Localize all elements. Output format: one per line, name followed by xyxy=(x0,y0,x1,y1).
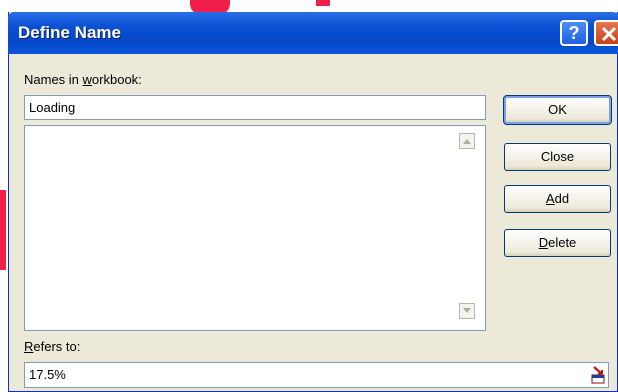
background-decoration xyxy=(316,0,330,6)
ok-button[interactable]: OK xyxy=(503,95,612,125)
refers-to-input[interactable]: 17.5% xyxy=(24,362,609,388)
title-bar[interactable]: Define Name ? xyxy=(8,12,618,54)
scroll-up-button[interactable] xyxy=(459,133,475,149)
names-in-workbook-label: Names in workbook: xyxy=(24,72,142,87)
define-name-dialog: Define Name ? Names in workbook: Loading… xyxy=(8,12,618,392)
help-icon: ? xyxy=(568,23,580,43)
close-button[interactable]: Close xyxy=(504,143,611,171)
scroll-down-button[interactable] xyxy=(459,303,475,319)
names-list[interactable] xyxy=(24,125,486,331)
dialog-title: Define Name xyxy=(18,23,121,42)
scroll-up-icon xyxy=(463,139,471,144)
help-button[interactable]: ? xyxy=(560,20,588,46)
collapse-dialog-icon[interactable] xyxy=(591,366,605,384)
background-decoration xyxy=(0,190,6,270)
close-icon xyxy=(601,26,617,42)
delete-button[interactable]: Delete xyxy=(504,229,611,257)
close-window-button[interactable] xyxy=(594,20,618,46)
name-input[interactable]: Loading xyxy=(24,95,486,120)
scroll-down-icon xyxy=(463,308,471,313)
refers-to-label: Refers to: xyxy=(24,339,81,354)
add-button[interactable]: Add xyxy=(504,185,611,213)
